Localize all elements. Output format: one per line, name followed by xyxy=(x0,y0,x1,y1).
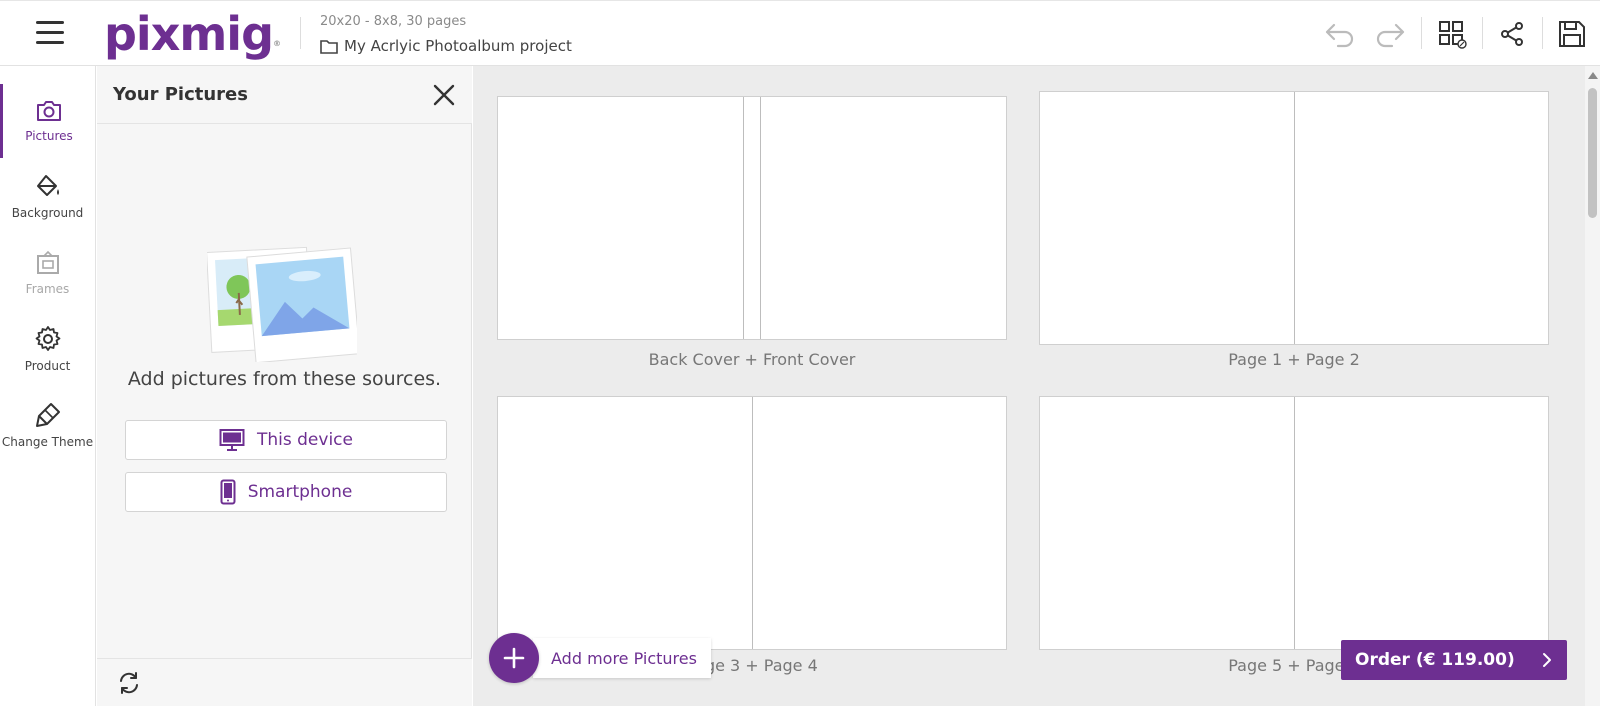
rail-item-label: Background xyxy=(11,206,84,220)
spread-caption: Back Cover + Front Cover xyxy=(648,350,856,369)
spread-cover[interactable] xyxy=(497,96,1007,340)
photos-illustration xyxy=(207,246,357,362)
plus-icon xyxy=(489,633,539,683)
topbar-divider xyxy=(300,17,301,49)
scroll-up-arrow-icon[interactable] xyxy=(1588,72,1598,79)
paint-bucket-icon xyxy=(36,175,59,196)
monitor-icon xyxy=(219,429,245,451)
rail-item-pictures[interactable]: Pictures xyxy=(0,84,95,158)
toolbar-separator xyxy=(1482,17,1483,49)
save-icon[interactable] xyxy=(1556,18,1588,50)
workspace-scrollbar[interactable] xyxy=(1585,66,1600,706)
left-rail: Pictures Background Frames Product Chang… xyxy=(0,66,96,706)
project-title[interactable]: My Acrlyic Photoalbum project xyxy=(320,37,572,55)
fold-line xyxy=(1294,397,1295,649)
this-device-label: This device xyxy=(257,430,353,450)
fold-line xyxy=(1294,92,1295,344)
redo-icon[interactable] xyxy=(1374,18,1406,50)
rail-item-background[interactable]: Background xyxy=(0,160,95,234)
smartphone-icon xyxy=(220,479,236,505)
project-title-text: My Acrlyic Photoalbum project xyxy=(344,37,572,55)
toolbar-separator xyxy=(1542,17,1543,49)
panel-hint: Add pictures from these sources. xyxy=(127,368,442,390)
rail-item-label: Change Theme xyxy=(1,435,94,449)
spine-line xyxy=(760,97,761,339)
rail-item-frames[interactable]: Frames xyxy=(0,236,95,310)
pictures-panel: Your Pictures Add pictures from these so… xyxy=(97,66,472,706)
undo-icon[interactable] xyxy=(1324,18,1356,50)
scroll-thumb[interactable] xyxy=(1588,88,1597,218)
add-more-pictures-button[interactable]: Add more Pictures xyxy=(489,633,711,683)
spread-page-5-6[interactable] xyxy=(1039,396,1549,650)
add-more-pictures-label: Add more Pictures xyxy=(533,638,711,678)
share-icon[interactable] xyxy=(1496,18,1528,50)
rail-item-label: Product xyxy=(24,359,71,373)
spine-line xyxy=(743,97,744,339)
rail-item-product[interactable]: Product xyxy=(0,312,95,386)
this-device-button[interactable]: This device xyxy=(125,420,447,460)
panel-title: Your Pictures xyxy=(113,84,248,105)
rail-item-label: Frames xyxy=(25,282,70,296)
pixmig-logo[interactable]: pixmig® xyxy=(104,7,281,61)
order-label: Order (€ 119.00) xyxy=(1355,650,1515,670)
panel-footer xyxy=(97,658,472,706)
spread-page-3-4[interactable] xyxy=(497,396,1007,650)
toolbar-separator xyxy=(1421,17,1422,49)
refresh-icon[interactable] xyxy=(117,671,141,695)
hamburger-menu-icon[interactable] xyxy=(36,21,64,45)
fold-line xyxy=(752,397,753,649)
smartphone-button[interactable]: Smartphone xyxy=(125,472,447,512)
gear-icon xyxy=(35,326,60,351)
panel-header: Your Pictures xyxy=(97,66,472,124)
album-workspace: Back Cover + Front Cover Page 1 + Page 2… xyxy=(473,66,1585,706)
folder-icon xyxy=(320,39,338,54)
brush-icon xyxy=(35,403,60,427)
frame-icon xyxy=(36,250,59,274)
chevron-right-icon xyxy=(1543,653,1551,667)
layout-grid-icon[interactable] xyxy=(1436,18,1468,50)
close-icon[interactable] xyxy=(431,82,457,108)
spread-page-1-2[interactable] xyxy=(1039,91,1549,345)
spread-caption: Page 1 + Page 2 xyxy=(1228,350,1360,369)
order-button[interactable]: Order (€ 119.00) xyxy=(1341,640,1567,680)
rail-item-change-theme[interactable]: Change Theme xyxy=(0,388,95,462)
camera-icon xyxy=(37,101,61,121)
rail-item-label: Pictures xyxy=(25,129,73,143)
project-subtitle: 20x20 - 8x8, 30 pages xyxy=(320,14,467,29)
top-bar: pixmig® 20x20 - 8x8, 30 pages My Acrlyic… xyxy=(0,0,1600,66)
smartphone-label: Smartphone xyxy=(247,482,353,502)
